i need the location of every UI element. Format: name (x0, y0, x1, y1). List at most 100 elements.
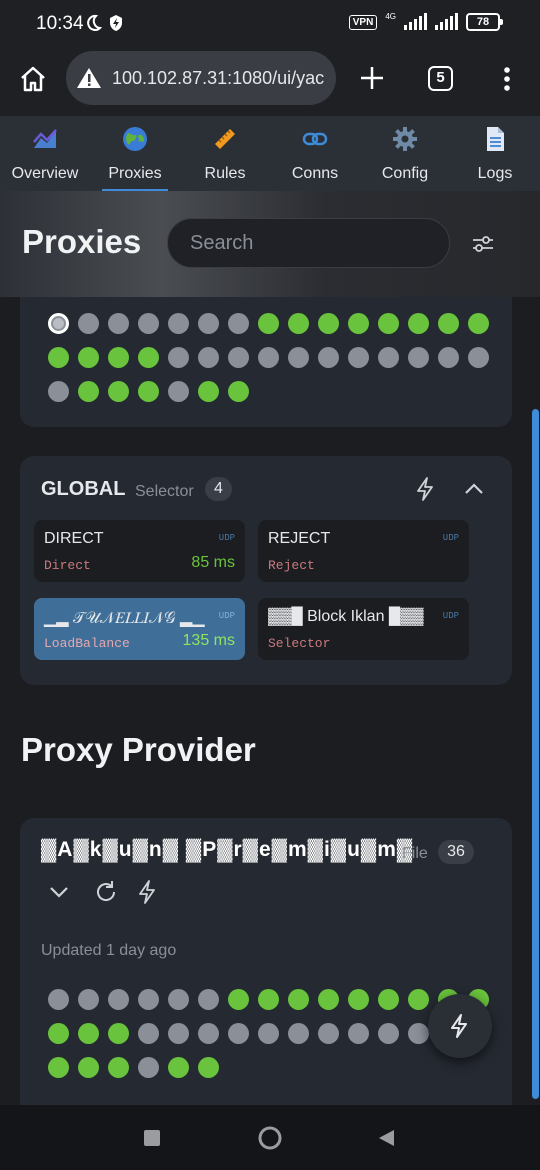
proxy-dot[interactable] (198, 989, 219, 1010)
proxy-dot[interactable] (408, 347, 429, 368)
nav-logs[interactable]: Logs (450, 116, 540, 191)
latency-test-bolt-icon[interactable] (413, 476, 439, 502)
proxy-dot[interactable] (168, 347, 189, 368)
proxy-dot[interactable] (108, 347, 129, 368)
collapse-chevron-up-icon[interactable] (461, 476, 487, 502)
proxy-dot[interactable] (78, 381, 99, 402)
proxy-option[interactable]: DIRECT UDP Direct 85 ms (34, 520, 245, 582)
proxy-dot[interactable] (78, 1023, 99, 1044)
proxy-dot[interactable] (258, 1023, 279, 1044)
proxy-dot[interactable] (138, 1023, 159, 1044)
section-title: Proxy Provider (21, 731, 256, 768)
overflow-menu-icon[interactable] (497, 65, 517, 93)
proxy-dot[interactable] (78, 1057, 99, 1078)
proxy-dot[interactable] (108, 381, 129, 402)
address-bar[interactable]: 100.102.87.31:1080/ui/yac (66, 51, 336, 105)
home-icon[interactable] (19, 65, 47, 93)
filter-settings-icon[interactable] (470, 231, 496, 257)
proxy-dot[interactable] (408, 1023, 429, 1044)
proxy-dot[interactable] (318, 989, 339, 1010)
proxy-dot[interactable] (78, 989, 99, 1010)
proxy-dot[interactable] (48, 1023, 69, 1044)
proxy-dot[interactable] (108, 313, 129, 334)
proxy-dot[interactable] (288, 313, 309, 334)
proxy-dot[interactable] (228, 313, 249, 334)
proxy-dot[interactable] (168, 1023, 189, 1044)
proxy-dot[interactable] (348, 989, 369, 1010)
proxy-dot[interactable] (228, 381, 249, 402)
nav-proxies[interactable]: Proxies (90, 116, 180, 191)
back-triangle-icon[interactable] (376, 1128, 396, 1148)
proxy-dot[interactable] (168, 989, 189, 1010)
proxy-dot[interactable] (378, 313, 399, 334)
test-latency-fab[interactable] (428, 994, 492, 1058)
proxy-dot[interactable] (258, 989, 279, 1010)
proxy-dot[interactable] (78, 313, 99, 334)
proxy-dot-selected[interactable] (48, 313, 69, 334)
proxy-dot[interactable] (438, 347, 459, 368)
proxy-dot[interactable] (468, 313, 489, 334)
search-input[interactable]: Search (167, 218, 450, 268)
proxy-dot[interactable] (288, 989, 309, 1010)
proxy-dot[interactable] (138, 347, 159, 368)
proxy-dot[interactable] (198, 381, 219, 402)
scrollbar[interactable] (532, 409, 539, 1099)
home-circle-icon[interactable] (257, 1125, 283, 1151)
proxy-dot[interactable] (168, 1057, 189, 1078)
proxy-dot[interactable] (288, 1023, 309, 1044)
proxy-type: Direct (44, 558, 91, 573)
proxy-dot[interactable] (348, 313, 369, 334)
proxy-dot[interactable] (108, 1023, 129, 1044)
warning-icon[interactable] (76, 66, 102, 90)
proxy-dot[interactable] (78, 347, 99, 368)
proxy-dot[interactable] (198, 347, 219, 368)
nav-overview[interactable]: Overview (0, 116, 90, 191)
proxy-dot[interactable] (228, 989, 249, 1010)
proxy-dot[interactable] (348, 347, 369, 368)
proxy-dot[interactable] (198, 1057, 219, 1078)
proxy-dot[interactable] (228, 1023, 249, 1044)
proxy-dot[interactable] (48, 989, 69, 1010)
tab-switcher-button[interactable]: 5 (428, 66, 453, 91)
proxy-dot[interactable] (138, 1057, 159, 1078)
proxy-dot[interactable] (138, 381, 159, 402)
proxy-dot[interactable] (48, 347, 69, 368)
proxy-dot[interactable] (48, 381, 69, 402)
nav-config[interactable]: Config (360, 116, 450, 191)
proxy-dot[interactable] (168, 381, 189, 402)
url-text[interactable]: 100.102.87.31:1080/ui/yac (112, 68, 324, 89)
proxy-dot[interactable] (378, 1023, 399, 1044)
proxy-dot[interactable] (468, 347, 489, 368)
proxy-dot[interactable] (168, 313, 189, 334)
proxy-dot[interactable] (318, 313, 339, 334)
proxy-dot[interactable] (318, 1023, 339, 1044)
nav-rules[interactable]: Rules (180, 116, 270, 191)
proxy-dot[interactable] (408, 313, 429, 334)
proxy-dot[interactable] (138, 313, 159, 334)
recents-square-icon[interactable] (144, 1130, 160, 1146)
proxy-dot[interactable] (198, 313, 219, 334)
proxy-dot[interactable] (408, 989, 429, 1010)
proxy-dot[interactable] (438, 313, 459, 334)
proxy-dot[interactable] (228, 347, 249, 368)
proxy-dot[interactable] (48, 1057, 69, 1078)
proxy-option[interactable]: ▓▓█ Block Iklan █▓▓ UDP Selector (258, 598, 469, 660)
proxy-dot[interactable] (108, 1057, 129, 1078)
proxy-dot[interactable] (288, 347, 309, 368)
proxy-option-selected[interactable]: ▁▂ 𝒯𝒰𝒩𝐸𝐿𝐿𝐼𝒩𝒢 ▂▁ UDP LoadBalance 135 ms (34, 598, 245, 660)
proxy-dot[interactable] (318, 347, 339, 368)
proxy-dot[interactable] (258, 347, 279, 368)
expand-chevron-down-icon[interactable] (46, 879, 72, 905)
health-check-bolt-icon[interactable] (135, 879, 161, 905)
new-tab-plus-icon[interactable] (359, 65, 385, 91)
nav-conns[interactable]: Conns (270, 116, 360, 191)
refresh-icon[interactable] (93, 879, 119, 905)
proxy-dot[interactable] (348, 1023, 369, 1044)
proxy-dot[interactable] (258, 313, 279, 334)
proxy-dot[interactable] (198, 1023, 219, 1044)
proxy-option[interactable]: REJECT UDP Reject (258, 520, 469, 582)
proxy-dot[interactable] (108, 989, 129, 1010)
proxy-dot[interactable] (138, 989, 159, 1010)
proxy-dot[interactable] (378, 989, 399, 1010)
proxy-dot[interactable] (378, 347, 399, 368)
